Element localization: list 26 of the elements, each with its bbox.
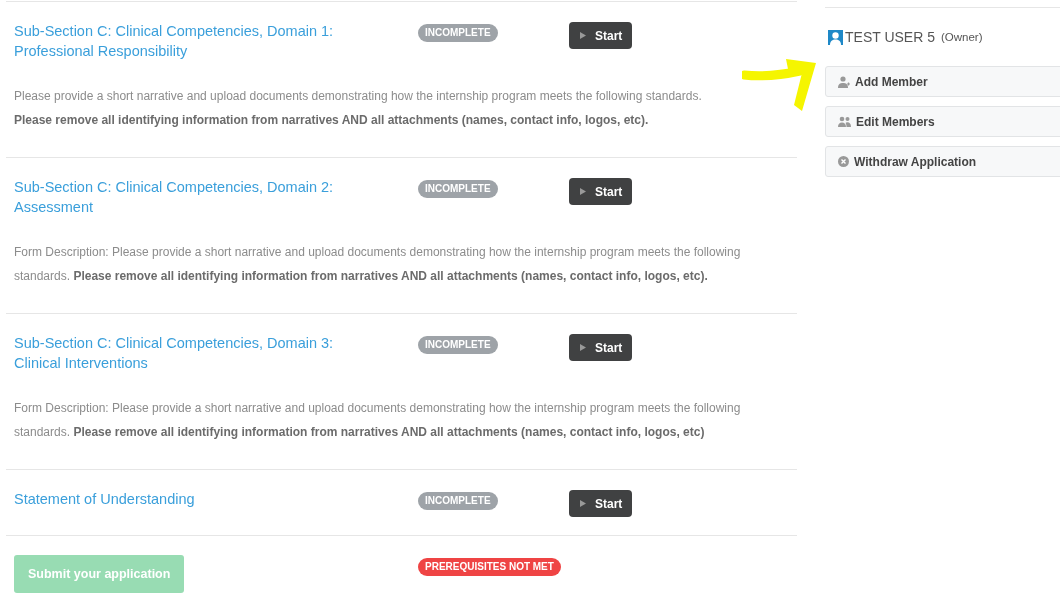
start-button[interactable]: Start bbox=[569, 490, 633, 517]
status-badge: PREREQUISITES NOT MET bbox=[418, 558, 561, 576]
sidebar-action-button[interactable]: Withdraw Application bbox=[825, 146, 1060, 177]
sidebar-action-button[interactable]: Add Member bbox=[825, 66, 1060, 97]
user-icon bbox=[828, 29, 843, 45]
start-button[interactable]: Start bbox=[569, 22, 633, 49]
status-badge: INCOMPLETE bbox=[418, 492, 498, 510]
start-button[interactable]: Start bbox=[569, 334, 633, 361]
add-user-icon bbox=[838, 75, 850, 88]
cancel-icon bbox=[838, 156, 849, 167]
start-button[interactable]: Start bbox=[569, 178, 633, 205]
user-name: TEST USER 5 bbox=[845, 29, 935, 45]
status-badge: INCOMPLETE bbox=[418, 336, 498, 354]
play-icon bbox=[580, 32, 586, 39]
status-badge: INCOMPLETE bbox=[418, 24, 498, 42]
play-icon bbox=[580, 188, 586, 195]
section-description: Form Description: Please provide a short narrative and upload documents demonstrating how the internship program meets the following standards. Please remove all identifying information from narratives AND all attachments (names, contact info, logos, etc). bbox=[14, 244, 742, 285]
status-badge: INCOMPLETE bbox=[418, 180, 498, 198]
user-role: (Owner) bbox=[941, 31, 983, 43]
play-icon bbox=[580, 500, 586, 507]
play-icon bbox=[580, 344, 586, 351]
section-description: Please provide a short narrative and upload documents demonstrating how the internship program meets the following standards. bbox=[14, 88, 703, 105]
users-icon bbox=[838, 116, 851, 127]
sidebar-action-button[interactable]: Edit Members bbox=[825, 106, 1060, 137]
section-note: Please remove all identifying information from narratives AND all attachments (names, contact info, logos, etc). bbox=[14, 112, 650, 129]
section-description: Form Description: Please provide a short narrative and upload documents demonstrating how the internship program meets the following standards. Please remove all identifying information from narratives AND all attachments (names, contact info, logos, etc) bbox=[14, 400, 742, 441]
